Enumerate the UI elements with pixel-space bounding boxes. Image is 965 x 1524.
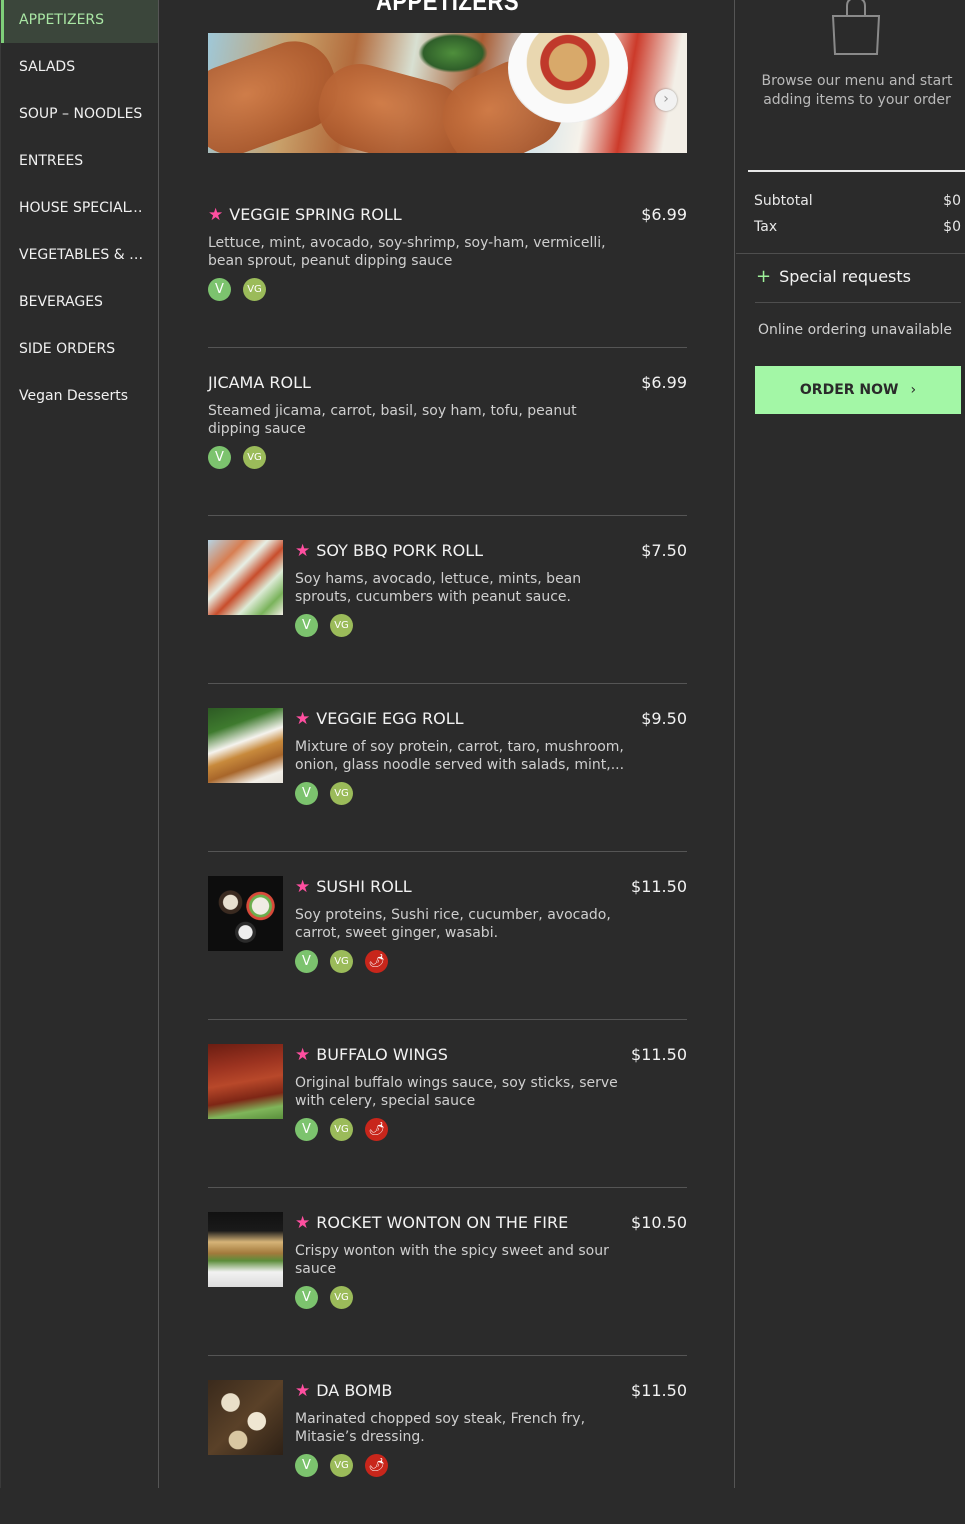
tax-value: $0 xyxy=(943,219,961,235)
vegan-badge: VG xyxy=(330,782,353,805)
menu-item-name: ★ BUFFALO WINGS xyxy=(295,1045,448,1065)
plus-icon: + xyxy=(756,266,772,287)
sidebar-item-entrees[interactable]: ENTREES xyxy=(1,137,158,184)
menu-item-thumbnail xyxy=(208,540,283,615)
sidebar-item-side-orders[interactable]: SIDE ORDERS xyxy=(1,325,158,372)
menu-item[interactable]: ★ VEGGIE EGG ROLL $9.50 Mixture of soy pr… xyxy=(208,684,687,852)
vegan-badge: VG xyxy=(330,950,353,973)
subtotal-value: $0 xyxy=(943,193,961,209)
vegan-badge: VG xyxy=(330,1454,353,1477)
menu-item-name: ★ VEGGIE EGG ROLL xyxy=(295,709,464,729)
vegetarian-badge: V xyxy=(295,950,318,973)
subtotal-label: Subtotal xyxy=(754,193,813,209)
vegan-badge: VG xyxy=(330,614,353,637)
sidebar-item-house-specialties[interactable]: HOUSE SPECIALTIES xyxy=(1,184,158,231)
menu-item-thumbnail xyxy=(208,1380,283,1455)
menu-item-name: ★ DA BOMB xyxy=(295,1381,393,1401)
menu-item-name: ★ ROCKET WONTON ON THE FIRE xyxy=(295,1213,569,1233)
menu-item-price: $6.99 xyxy=(641,205,687,224)
menu-item-description: Soy proteins, Sushi rice, cucumber, avoc… xyxy=(295,907,611,941)
star-icon: ★ xyxy=(208,205,224,225)
menu-item-description: Soy hams, avocado, lettuce, mints, bean … xyxy=(295,571,582,605)
menu-item-price: $6.99 xyxy=(641,373,687,392)
menu-section: APPETIZERS › ★ VEGGIE SPRING ROLL $6.99 L… xyxy=(160,0,735,1488)
menu-item-name: ★ SOY BBQ PORK ROLL xyxy=(295,541,484,561)
menu-item[interactable]: ★ ROCKET WONTON ON THE FIRE $10.50 Crispy… xyxy=(208,1188,687,1356)
sidebar-item-appetizers[interactable]: APPETIZERS xyxy=(1,0,158,43)
star-icon: ★ xyxy=(295,1213,311,1233)
vegetarian-badge: V xyxy=(295,614,318,637)
sidebar-item-salads[interactable]: SALADS xyxy=(1,43,158,90)
star-icon: ★ xyxy=(295,1381,311,1401)
menu-item-price: $7.50 xyxy=(641,541,687,560)
ordering-unavailable-text: Online ordering unavailable xyxy=(758,322,952,338)
menu-item-description: Lettuce, mint, avocado, soy-shrimp, soy-… xyxy=(208,235,606,269)
menu-item[interactable]: ★ DA BOMB $11.50 Marinated chopped soy st… xyxy=(208,1356,687,1524)
menu-item-price: $11.50 xyxy=(631,877,687,896)
star-icon: ★ xyxy=(295,1045,311,1065)
menu-item[interactable]: ★ BUFFALO WINGS $11.50 Original buffalo w… xyxy=(208,1020,687,1188)
section-title: APPETIZERS xyxy=(375,0,520,16)
menu-item[interactable]: ★ SOY BBQ PORK ROLL $7.50 Soy hams, avoca… xyxy=(208,516,687,684)
vegetarian-badge: V xyxy=(208,278,231,301)
star-icon: ★ xyxy=(295,541,311,561)
menu-item-price: $11.50 xyxy=(631,1045,687,1064)
menu-item-price: $11.50 xyxy=(631,1381,687,1400)
subtotal-row: Subtotal $0 xyxy=(754,193,961,209)
menu-item-name: JICAMA ROLL xyxy=(208,373,311,392)
vegetarian-badge: V xyxy=(295,1118,318,1141)
tax-row: Tax $0 xyxy=(754,219,961,235)
divider xyxy=(755,302,961,303)
vegan-badge: VG xyxy=(330,1286,353,1309)
order-cart: Browse our menu and start adding items t… xyxy=(736,0,965,1488)
menu-item-description: Crispy wonton with the spicy sweet and s… xyxy=(295,1243,609,1277)
sidebar-item-vegan-desserts[interactable]: Vegan Desserts xyxy=(1,372,158,419)
menu-item[interactable]: ★ VEGGIE SPRING ROLL $6.99 Lettuce, mint,… xyxy=(208,180,687,348)
chili-pepper-icon: 🌶 xyxy=(365,1118,388,1141)
sidebar-item-soup-noodles[interactable]: SOUP – NOODLES xyxy=(1,90,158,137)
menu-item-price: $9.50 xyxy=(641,709,687,728)
vegetarian-badge: V xyxy=(295,1286,318,1309)
order-now-button[interactable]: ORDER NOW › xyxy=(755,366,961,414)
divider xyxy=(736,253,965,254)
empty-cart-message: Browse our menu and start adding items t… xyxy=(761,73,953,108)
star-icon: ★ xyxy=(295,877,311,897)
cart-divider xyxy=(748,170,965,172)
section-banner-image: › xyxy=(208,33,687,153)
special-requests-label: Special requests xyxy=(779,267,911,286)
shopping-bag-icon xyxy=(831,0,881,55)
menu-item-description: Steamed jicama, carrot, basil, soy ham, … xyxy=(208,403,577,437)
menu-item-price: $10.50 xyxy=(631,1213,687,1232)
menu-item-thumbnail xyxy=(208,708,283,783)
menu-item-thumbnail xyxy=(208,1212,283,1287)
vegan-badge: VG xyxy=(243,278,266,301)
vegetarian-badge: V xyxy=(295,1454,318,1477)
sidebar-item-beverages[interactable]: BEVERAGES xyxy=(1,278,158,325)
menu-item-description: Marinated chopped soy steak, French fry,… xyxy=(295,1411,586,1445)
menu-item-thumbnail xyxy=(208,876,283,951)
chili-pepper-icon: 🌶 xyxy=(365,1454,388,1477)
category-sidebar: APPETIZERS SALADS SOUP – NOODLES ENTREES… xyxy=(0,0,159,1488)
chevron-right-icon: › xyxy=(910,382,917,398)
special-requests-toggle[interactable]: + Special requests xyxy=(756,266,911,287)
vegan-badge: VG xyxy=(243,446,266,469)
tax-label: Tax xyxy=(754,219,778,235)
menu-item-thumbnail xyxy=(208,1044,283,1119)
menu-item-name: ★ VEGGIE SPRING ROLL xyxy=(208,205,402,225)
chili-pepper-icon: 🌶 xyxy=(365,950,388,973)
menu-item-description: Mixture of soy protein, carrot, taro, mu… xyxy=(295,739,625,773)
vegetarian-badge: V xyxy=(208,446,231,469)
banner-next-button[interactable]: › xyxy=(655,89,677,111)
vegan-badge: VG xyxy=(330,1118,353,1141)
menu-item[interactable]: ★ SUSHI ROLL $11.50 Soy proteins, Sushi r… xyxy=(208,852,687,1020)
menu-item-description: Original buffalo wings sauce, soy sticks… xyxy=(295,1075,618,1109)
star-icon: ★ xyxy=(295,709,311,729)
menu-item[interactable]: JICAMA ROLL $6.99 Steamed jicama, carrot… xyxy=(208,348,687,516)
menu-item-name: ★ SUSHI ROLL xyxy=(295,877,412,897)
vegetarian-badge: V xyxy=(295,782,318,805)
sidebar-item-vegetables-tofu[interactable]: VEGETABLES & TOFU xyxy=(1,231,158,278)
